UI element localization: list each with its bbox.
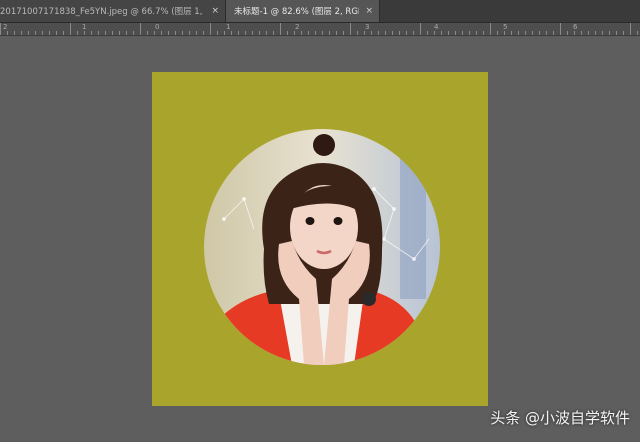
ruler-label: 0 <box>155 23 160 31</box>
horizontal-ruler[interactable]: 2 1 0 1 2 3 4 5 6 <box>0 23 640 36</box>
ruler-label: 1 <box>82 23 87 31</box>
tab-document-2-title: 未标题-1 @ 82.6% (图层 2, RGB/8) * <box>234 7 359 17</box>
watermark-text: 头条 @小波自学软件 <box>490 409 630 427</box>
tab-bar-empty-space <box>380 0 640 22</box>
tab-document-1[interactable]: 20171007171838_Fe5YN.jpeg @ 66.7% (图层 1,… <box>0 0 226 22</box>
portrait-illustration <box>204 129 440 365</box>
document-tab-bar: 20171007171838_Fe5YN.jpeg @ 66.7% (图层 1,… <box>0 0 640 23</box>
ruler-ticks <box>0 23 638 35</box>
ruler-label: 6 <box>573 23 578 31</box>
ruler-label: 4 <box>434 23 439 31</box>
ruler-label: 3 <box>365 23 370 31</box>
document-canvas[interactable] <box>152 72 488 406</box>
ruler-label: 5 <box>503 23 508 31</box>
tab-document-2-close-icon[interactable]: × <box>365 6 373 16</box>
tab-document-2[interactable]: 未标题-1 @ 82.6% (图层 2, RGB/8) * × <box>226 0 380 22</box>
tab-document-1-close-icon[interactable]: × <box>211 6 219 16</box>
circular-portrait-photo <box>204 129 440 365</box>
tab-document-1-title: 20171007171838_Fe5YN.jpeg @ 66.7% (图层 1,… <box>0 7 205 17</box>
ruler-label: 2 <box>3 23 8 31</box>
ruler-label: 2 <box>295 23 300 31</box>
ruler-label: 1 <box>226 23 231 31</box>
